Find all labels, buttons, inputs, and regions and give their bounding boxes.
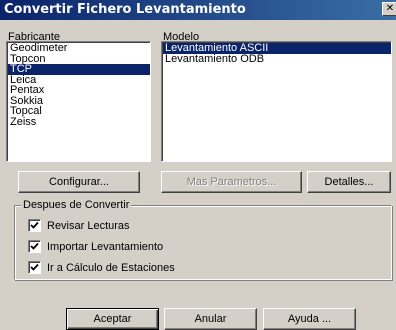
revisar-lecturas-label: Revisar Lecturas (47, 220, 130, 232)
aceptar-button[interactable]: Aceptar (66, 308, 159, 330)
fabricante-item-topcal[interactable]: Topcal (8, 106, 150, 117)
fabricante-listbox[interactable]: Geodimeter Topcon TCP Leica Pentax Sokki… (6, 41, 151, 162)
checkmark-icon (30, 263, 39, 271)
close-button[interactable]: ✕ (382, 2, 396, 16)
revisar-lecturas-check[interactable] (28, 219, 41, 232)
configurar-button[interactable]: Configurar... (18, 171, 140, 193)
importar-levantamiento-checkbox[interactable]: Importar Levantamiento (28, 240, 228, 254)
dialog-title-bar[interactable]: Convertir Fichero Levantamiento (0, 0, 396, 20)
ir-calculo-estaciones-label: Ir a Cálculo de Estaciones (47, 262, 175, 274)
detalles-button[interactable]: Detalles... (307, 171, 391, 193)
dialog-title: Convertir Fichero Levantamiento (4, 2, 246, 17)
modelo-listbox[interactable]: Levantamiento ASCII Levantamiento ODB (161, 41, 392, 162)
convertir-fichero-dialog: Convertir Fichero Levantamiento ✕ Fabric… (0, 0, 396, 330)
close-icon: ✕ (385, 3, 395, 14)
importar-levantamiento-check[interactable] (28, 240, 41, 253)
checkmark-icon (30, 242, 39, 250)
modelo-item-ascii[interactable]: Levantamiento ASCII (163, 43, 391, 54)
checkmark-icon (30, 221, 39, 229)
ir-calculo-estaciones-checkbox[interactable]: Ir a Cálculo de Estaciones (28, 261, 248, 275)
fabricante-item-tcp[interactable]: TCP (8, 64, 150, 75)
mas-parametros-button[interactable]: Mas Parametros... (161, 171, 302, 193)
revisar-lecturas-checkbox[interactable]: Revisar Lecturas (28, 219, 228, 233)
despues-convertir-title: Despues de Convertir (21, 199, 132, 211)
fabricante-item-pentax[interactable]: Pentax (8, 85, 150, 96)
ayuda-button[interactable]: Ayuda ... (263, 308, 356, 330)
anular-button[interactable]: Anular (164, 308, 257, 330)
importar-levantamiento-label: Importar Levantamiento (47, 241, 164, 253)
fabricante-item-geodimeter[interactable]: Geodimeter (8, 43, 150, 54)
fabricante-item-zeiss[interactable]: Zeiss (8, 116, 150, 128)
ir-calculo-estaciones-check[interactable] (28, 261, 41, 274)
modelo-item-odb[interactable]: Levantamiento ODB (163, 53, 391, 65)
